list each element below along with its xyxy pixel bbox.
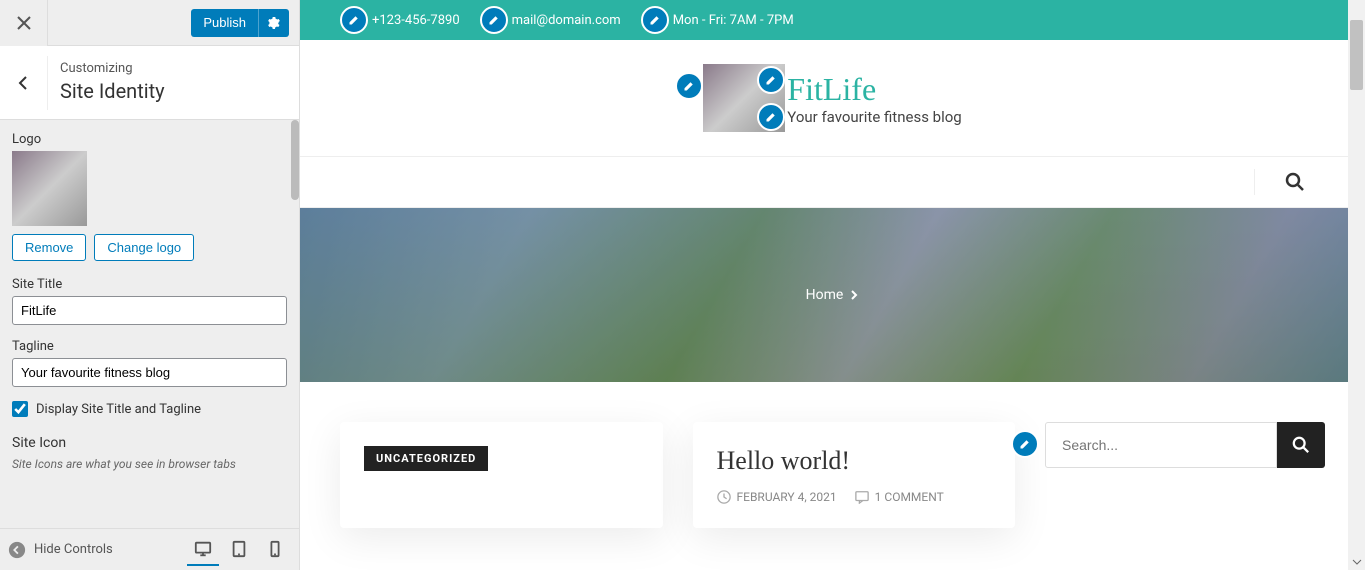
post-card[interactable]: UNCATEGORIZED <box>340 422 663 528</box>
edit-site-tagline-button[interactable] <box>757 103 785 131</box>
preview-pane: +123-456-7890 mail@domain.com Mon - Fri:… <box>300 0 1365 570</box>
site-icon-label: Site Icon <box>12 435 287 451</box>
sidebar-topbar: Publish <box>0 0 299 46</box>
site-tagline-text: Your favourite fitness blog <box>787 108 961 126</box>
site-header: FitLife Your favourite fitness blog <box>300 40 1365 156</box>
collapse-icon <box>8 541 26 559</box>
site-icon-help: Site Icons are what you see in browser t… <box>12 457 287 471</box>
site-title-text[interactable]: FitLife <box>787 71 961 108</box>
site-title-input[interactable] <box>12 296 287 325</box>
desktop-icon <box>194 540 212 558</box>
close-button[interactable] <box>0 0 48 46</box>
category-badge[interactable]: UNCATEGORIZED <box>364 446 488 471</box>
search-widget <box>1045 422 1325 468</box>
breadcrumb-home: Home <box>806 287 844 303</box>
topbar-email: mail@domain.com <box>480 6 621 34</box>
preview-scroll-down[interactable] <box>1350 555 1363 568</box>
nav-bar <box>300 156 1365 208</box>
comment-icon <box>855 490 869 504</box>
site-topbar: +123-456-7890 mail@domain.com Mon - Fri:… <box>300 0 1365 40</box>
pencil-icon <box>765 74 777 86</box>
search-submit-button[interactable] <box>1277 422 1325 468</box>
display-title-label: Display Site Title and Tagline <box>36 402 201 417</box>
pencil-icon <box>1019 438 1031 450</box>
edit-phone-button[interactable] <box>340 6 368 34</box>
search-icon <box>1292 436 1310 454</box>
pencil-icon <box>765 111 777 123</box>
breadcrumb[interactable]: Home <box>806 287 860 303</box>
hero-banner: Home <box>300 208 1365 382</box>
edit-search-widget-button[interactable] <box>1011 430 1039 458</box>
tablet-icon <box>230 540 248 558</box>
topbar-phone-text: +123-456-7890 <box>372 13 460 28</box>
topbar-hours: Mon - Fri: 7AM - 7PM <box>641 6 794 34</box>
customizing-label: Customizing <box>60 61 165 78</box>
customizer-sidebar: Publish Customizing Site Identity Logo R… <box>0 0 300 570</box>
edit-email-button[interactable] <box>480 6 508 34</box>
search-input[interactable] <box>1045 422 1277 468</box>
section-header: Customizing Site Identity <box>0 46 299 120</box>
content-area: UNCATEGORIZED Hello world! FEBRUARY 4, 2… <box>300 382 1365 528</box>
site-title-label: Site Title <box>12 277 287 292</box>
preview-scrollbar-thumb[interactable] <box>1350 20 1363 90</box>
chevron-left-icon <box>16 75 32 91</box>
mobile-icon <box>266 540 284 558</box>
pencil-icon <box>348 14 360 26</box>
edit-hours-button[interactable] <box>641 6 669 34</box>
panel-scrollbar[interactable] <box>291 120 299 200</box>
post-comments[interactable]: 1 COMMENT <box>855 490 944 504</box>
pencil-icon <box>649 14 661 26</box>
preview-scrollbar[interactable] <box>1348 0 1365 570</box>
device-desktop-button[interactable] <box>187 534 219 566</box>
post-title[interactable]: Hello world! <box>717 446 992 476</box>
logo-label: Logo <box>12 132 287 147</box>
topbar-hours-text: Mon - Fri: 7AM - 7PM <box>673 13 794 28</box>
remove-logo-button[interactable]: Remove <box>12 234 86 261</box>
pencil-icon <box>683 80 695 92</box>
publish-button[interactable]: Publish <box>191 9 258 37</box>
post-date: FEBRUARY 4, 2021 <box>717 490 837 504</box>
sidebar-footer: Hide Controls <box>0 528 299 570</box>
device-tablet-button[interactable] <box>223 534 255 566</box>
edit-logo-button[interactable] <box>675 72 703 100</box>
hide-controls-label: Hide Controls <box>34 542 113 557</box>
change-logo-button[interactable]: Change logo <box>94 234 194 261</box>
chevron-right-icon <box>849 290 859 300</box>
edit-site-title-button[interactable] <box>757 66 785 94</box>
tagline-label: Tagline <box>12 339 287 354</box>
clock-icon <box>717 490 731 504</box>
topbar-phone: +123-456-7890 <box>340 6 460 34</box>
panel-body: Logo Remove Change logo Site Title Tagli… <box>0 120 299 528</box>
pencil-icon <box>488 14 500 26</box>
gear-icon <box>267 16 281 30</box>
back-button[interactable] <box>0 56 48 110</box>
logo-preview[interactable] <box>12 151 87 226</box>
publish-settings-button[interactable] <box>258 9 289 37</box>
tagline-input[interactable] <box>12 358 287 387</box>
post-card[interactable]: Hello world! FEBRUARY 4, 2021 1 COMMENT <box>693 422 1016 528</box>
search-toggle-button[interactable] <box>1254 169 1305 195</box>
topbar-email-text: mail@domain.com <box>512 13 621 28</box>
close-icon <box>17 16 31 30</box>
device-mobile-button[interactable] <box>259 534 291 566</box>
section-title: Site Identity <box>60 78 165 104</box>
display-title-checkbox[interactable] <box>12 401 28 417</box>
hide-controls-button[interactable]: Hide Controls <box>8 541 187 559</box>
search-icon <box>1285 172 1305 192</box>
chevron-down-icon <box>1352 557 1362 567</box>
